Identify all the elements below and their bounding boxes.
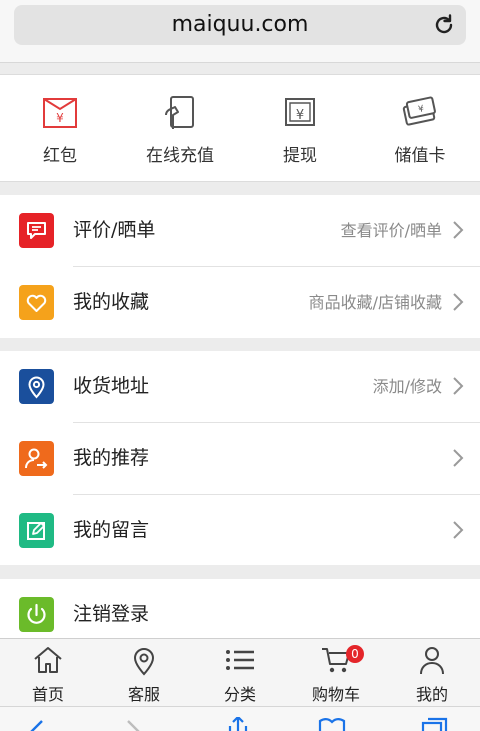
withdraw-icon: ¥: [285, 98, 315, 126]
tab-label: 我的: [415, 685, 448, 704]
menu-item-title: 收货地址: [73, 375, 150, 397]
menu-item-reviews[interactable]: 评价/晒单 查看评价/晒单: [0, 195, 480, 266]
review-icon: [19, 213, 54, 248]
svg-text:¥: ¥: [296, 108, 304, 123]
heart-icon: [19, 285, 54, 320]
menu-item-title: 我的推荐: [73, 447, 150, 469]
red-envelope-icon: ¥: [43, 98, 77, 128]
chevron-right-icon: [453, 449, 464, 467]
address-bar[interactable]: maiquu.com: [14, 5, 466, 45]
chevron-right-icon: [453, 377, 464, 395]
chevron-right-icon: [453, 293, 464, 311]
tab-label: 分类: [223, 685, 256, 704]
svg-text:¥: ¥: [56, 111, 64, 125]
menu-item-favorites[interactable]: 我的收藏 商品收藏/店铺收藏: [0, 267, 480, 338]
tab-cart[interactable]: 0 购物车: [288, 639, 384, 707]
tab-profile[interactable]: 我的: [384, 639, 480, 707]
tabs-icon[interactable]: [420, 717, 448, 731]
power-icon: [19, 597, 54, 632]
reload-icon[interactable]: [432, 13, 456, 37]
menu-group-3: 注销登录: [0, 579, 480, 638]
menu-item-title: 我的留言: [73, 519, 150, 541]
menu-item-hint: 查看评价/晒单: [340, 221, 442, 240]
forward-icon[interactable]: [118, 717, 146, 731]
browser-toolbar: [0, 706, 480, 731]
profile-icon: [420, 647, 444, 675]
cart-badge: 0: [346, 645, 364, 663]
category-list-icon: [226, 650, 254, 670]
bottom-tab-bar: 首页 客服 分类 0 购物车 我的: [0, 638, 480, 707]
wallet-stored-value-card[interactable]: ¥ 储值卡: [360, 75, 480, 181]
stored-value-card-icon: ¥: [402, 96, 436, 126]
tab-label: 购物车: [311, 685, 360, 704]
message-icon: [19, 513, 54, 548]
menu-group-2: 收货地址 添加/修改 我的推荐 我的留言: [0, 351, 480, 565]
chevron-right-icon: [453, 521, 464, 539]
wallet-label: 红包: [43, 146, 77, 166]
share-icon[interactable]: [224, 717, 252, 731]
menu-item-messages[interactable]: 我的留言: [0, 495, 480, 566]
recommend-icon: [19, 441, 54, 476]
wallet-label: 储值卡: [394, 146, 446, 166]
online-recharge-icon: [165, 96, 194, 129]
chevron-right-icon: [453, 221, 464, 239]
wallet-red-envelope[interactable]: ¥ 红包: [0, 75, 120, 181]
menu-item-recommend[interactable]: 我的推荐: [0, 423, 480, 494]
tab-home[interactable]: 首页: [0, 639, 96, 707]
bookmarks-icon[interactable]: [318, 717, 346, 731]
menu-item-title: 评价/晒单: [73, 219, 156, 241]
tab-label: 首页: [31, 685, 64, 704]
menu-item-title: 我的收藏: [73, 291, 150, 313]
wallet-shortcuts: ¥ 红包 在线充值 ¥ 提现 ¥ 储值卡: [0, 74, 480, 182]
tab-customer-service[interactable]: 客服: [96, 639, 192, 707]
menu-item-hint: 商品收藏/店铺收藏: [308, 293, 442, 312]
back-icon[interactable]: [24, 717, 52, 731]
wallet-withdraw[interactable]: ¥ 提现: [240, 75, 360, 181]
tab-category[interactable]: 分类: [192, 639, 288, 707]
browser-address-bar-area: maiquu.com: [0, 0, 480, 63]
location-icon: [19, 369, 54, 404]
wallet-online-recharge[interactable]: 在线充值: [120, 75, 240, 181]
menu-group-1: 评价/晒单 查看评价/晒单 我的收藏 商品收藏/店铺收藏: [0, 195, 480, 338]
wallet-label: 提现: [283, 146, 317, 166]
customer-service-icon: [133, 648, 155, 676]
wallet-label: 在线充值: [146, 146, 214, 166]
menu-item-address[interactable]: 收货地址 添加/修改: [0, 351, 480, 422]
menu-item-hint: 添加/修改: [372, 377, 442, 396]
home-icon: [34, 647, 62, 673]
url-text[interactable]: maiquu.com: [14, 5, 466, 45]
tab-label: 客服: [127, 685, 160, 704]
